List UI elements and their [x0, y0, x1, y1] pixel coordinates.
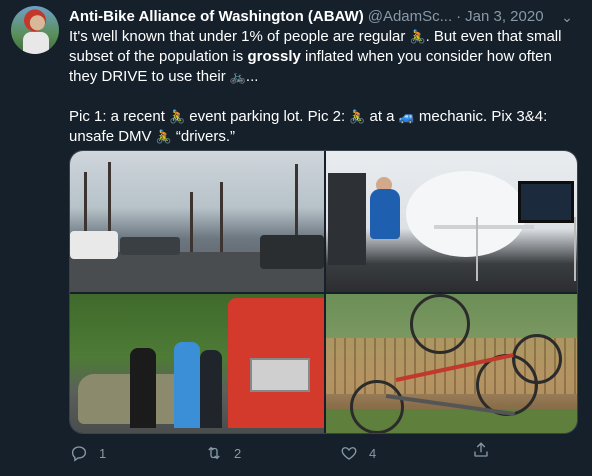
text-segment: “drivers.”: [171, 128, 236, 145]
more-options-caret-icon[interactable]: ⌄: [558, 8, 576, 26]
like-button[interactable]: 4: [339, 443, 474, 463]
cyclist-icon: 🚴: [349, 109, 366, 124]
text-segment: event parking lot. Pic 2:: [185, 108, 350, 125]
retweet-count: 2: [234, 445, 242, 461]
photo-bike-rack[interactable]: [326, 294, 577, 433]
cyclist-icon: 🚴: [169, 109, 186, 124]
heart-icon: [339, 443, 359, 463]
reply-button[interactable]: 1: [69, 443, 204, 463]
retweet-icon: [204, 443, 224, 463]
retweet-button[interactable]: 2: [204, 443, 339, 463]
bicycle-icon: 🚲: [229, 69, 247, 84]
share-button[interactable]: [472, 441, 492, 461]
tweet-paragraph-2: Pic 1: a recent 🚴 event parking lot. Pic…: [69, 107, 579, 147]
reply-icon: [69, 443, 89, 463]
tweet-actions: 1 2 4: [69, 441, 509, 465]
photo-bike-mechanic[interactable]: [326, 151, 577, 292]
share-icon: [472, 442, 490, 463]
cyclist-icon: 🚴: [409, 29, 426, 44]
text-segment: Pic 1: a recent: [69, 108, 170, 125]
tweet-date[interactable]: Jan 3, 2020: [465, 8, 543, 25]
photo-crash-scene[interactable]: [70, 294, 324, 433]
tweet-header: Anti-Bike Alliance of Washington (ABAW) …: [69, 6, 544, 26]
tweet[interactable]: Anti-Bike Alliance of Washington (ABAW) …: [0, 0, 592, 476]
tweet-text: It's well known that under 1% of people …: [69, 27, 579, 147]
like-count: 4: [369, 445, 377, 461]
bold-word: grossly: [247, 48, 301, 65]
reply-count: 1: [99, 445, 107, 461]
cyclist-icon: 🚴: [155, 129, 172, 144]
photo-parking-lot[interactable]: [70, 151, 324, 292]
text-segment: at a: [365, 108, 399, 125]
avatar[interactable]: [11, 6, 59, 54]
car-icon: 🚙: [398, 109, 415, 124]
text-segment: It's well known that under 1% of people …: [69, 28, 410, 45]
user-handle[interactable]: @AdamSc...: [368, 8, 452, 25]
tweet-paragraph-1: It's well known that under 1% of people …: [69, 27, 579, 87]
display-name[interactable]: Anti-Bike Alliance of Washington (ABAW): [69, 8, 364, 25]
media-grid: [69, 150, 578, 434]
separator-dot: ·: [456, 7, 462, 25]
avatar-jersey: [23, 32, 49, 54]
text-segment: ...: [245, 68, 259, 85]
